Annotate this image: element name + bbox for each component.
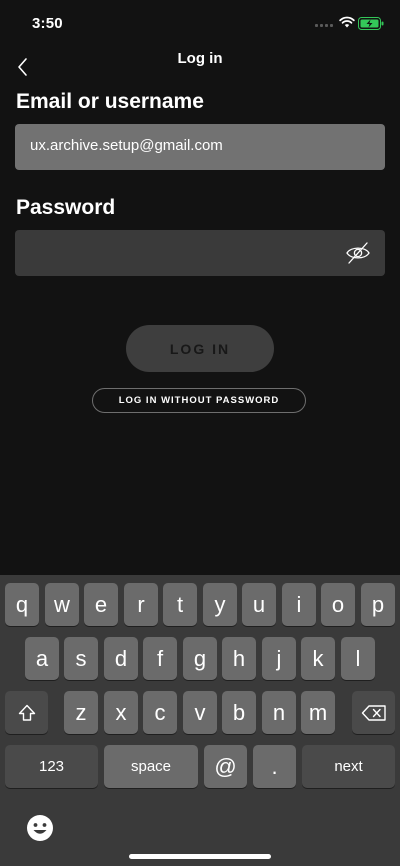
eye-slash-icon[interactable] (345, 241, 371, 265)
delete-key[interactable] (352, 691, 395, 734)
login-without-password-button[interactable]: LOG IN WITHOUT PASSWORD (92, 388, 306, 413)
email-label: Email or username (16, 90, 204, 113)
cellular-signal-icon (315, 24, 333, 27)
key-j[interactable]: j (262, 637, 296, 680)
page-title: Log in (177, 50, 223, 67)
key-z[interactable]: z (64, 691, 98, 734)
numbers-key[interactable]: 123 (5, 745, 98, 788)
at-key[interactable]: @ (204, 745, 247, 788)
key-p[interactable]: p (361, 583, 395, 626)
key-i[interactable]: i (282, 583, 316, 626)
wifi-icon (339, 16, 355, 28)
key-m[interactable]: m (301, 691, 335, 734)
nav-bar: Log in (0, 44, 400, 88)
emoji-icon[interactable] (26, 814, 54, 842)
key-y[interactable]: y (203, 583, 237, 626)
login-button[interactable]: LOG IN (126, 325, 274, 372)
key-d[interactable]: d (104, 637, 138, 680)
key-w[interactable]: w (45, 583, 79, 626)
key-u[interactable]: u (242, 583, 276, 626)
key-n[interactable]: n (262, 691, 296, 734)
shift-icon (18, 704, 35, 721)
next-key[interactable]: next (302, 745, 395, 788)
key-r[interactable]: r (124, 583, 158, 626)
status-bar: 3:50 (0, 0, 400, 44)
key-c[interactable]: c (143, 691, 177, 734)
key-v[interactable]: v (183, 691, 217, 734)
key-t[interactable]: t (163, 583, 197, 626)
space-key[interactable]: space (104, 745, 198, 788)
home-indicator (129, 854, 271, 859)
email-field[interactable]: ux.archive.setup@gmail.com (15, 124, 385, 170)
battery-charging-icon (358, 17, 384, 30)
backspace-icon (361, 704, 386, 721)
key-s[interactable]: s (64, 637, 98, 680)
status-time: 3:50 (32, 15, 63, 32)
key-l[interactable]: l (341, 637, 375, 680)
key-o[interactable]: o (321, 583, 355, 626)
key-e[interactable]: e (84, 583, 118, 626)
key-a[interactable]: a (25, 637, 59, 680)
period-key[interactable]: . (253, 745, 296, 788)
key-k[interactable]: k (301, 637, 335, 680)
key-q[interactable]: q (5, 583, 39, 626)
password-label: Password (16, 196, 116, 219)
shift-key[interactable] (5, 691, 48, 734)
key-g[interactable]: g (183, 637, 217, 680)
email-value: ux.archive.setup@gmail.com (30, 137, 223, 154)
password-field[interactable] (15, 230, 385, 276)
key-x[interactable]: x (104, 691, 138, 734)
key-f[interactable]: f (143, 637, 177, 680)
key-h[interactable]: h (222, 637, 256, 680)
key-b[interactable]: b (222, 691, 256, 734)
